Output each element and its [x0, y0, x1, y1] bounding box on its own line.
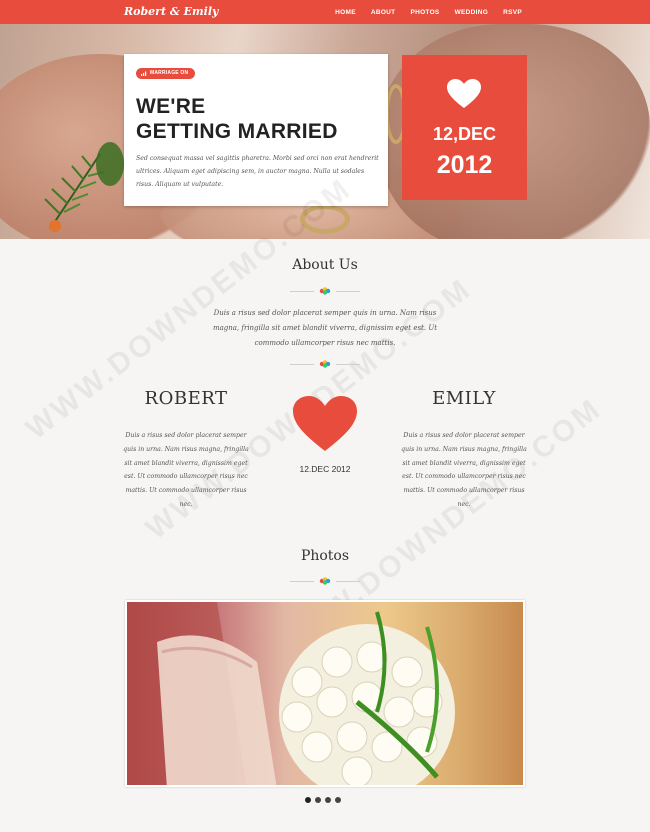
slider-dot-1[interactable] — [305, 797, 311, 803]
section-divider — [285, 577, 365, 585]
slider-dot-2[interactable] — [315, 797, 321, 803]
nav-link-photos[interactable]: PHOTOS — [410, 9, 439, 16]
groom-description: Duis a risus sed dolor placerat semper q… — [123, 432, 249, 508]
signal-icon — [141, 71, 147, 76]
bride-description: Duis a risus sed dolor placerat semper q… — [401, 432, 527, 508]
wedding-ring-image — [300, 204, 350, 234]
slider-pagination — [305, 797, 345, 805]
nav-link-wedding[interactable]: WEDDING — [455, 9, 489, 16]
badge-label: MARRIAGE ON — [150, 70, 189, 76]
flower-divider-icon — [319, 577, 331, 585]
wedding-date-box: 12,DEC 2012 — [402, 55, 527, 200]
marriage-on-badge: MARRIAGE ON — [136, 68, 196, 79]
heart-icon — [293, 396, 357, 451]
date-day-month: 12,DEC — [432, 124, 497, 144]
nav-link-rsvp[interactable]: RSVP — [503, 9, 522, 16]
leaves-image — [44, 142, 124, 232]
headline-line-2: GETTING MARRIED — [136, 120, 338, 143]
slider-dot-4[interactable] — [335, 797, 341, 803]
top-navbar: Robert & Emily HOME ABOUT PHOTOS WEDDING… — [0, 0, 650, 24]
bouquet-photo — [127, 602, 455, 785]
groom-name: ROBERT — [144, 388, 228, 409]
heart-icon — [447, 79, 481, 108]
flower-divider-icon — [319, 360, 331, 368]
headline-line-1: WE'RE — [136, 95, 206, 118]
hero-banner: MARRIAGE ON WE'RE GETTING MARRIED Sed co… — [0, 24, 650, 239]
slider-dot-3[interactable] — [325, 797, 331, 803]
brand-logo[interactable]: Robert & Emily — [124, 5, 218, 18]
nav-link-home[interactable]: HOME — [335, 9, 356, 16]
about-description: Duis a risus sed dolor placerat semper q… — [212, 309, 438, 347]
photo-slider-image[interactable] — [125, 600, 525, 787]
bride-name: EMILY — [432, 388, 496, 409]
flower-divider-icon — [319, 287, 331, 295]
section-divider — [285, 360, 365, 368]
date-year: 2012 — [436, 151, 493, 179]
about-title: About Us — [292, 257, 358, 273]
nav-menu: HOME ABOUT PHOTOS WEDDING RSVP — [335, 0, 522, 24]
announcement-card: MARRIAGE ON WE'RE GETTING MARRIED Sed co… — [124, 54, 388, 206]
section-divider — [285, 287, 365, 295]
hero-description: Sed consequat massa vel sagittis pharetr… — [136, 155, 379, 188]
nav-link-about[interactable]: ABOUT — [371, 9, 396, 16]
hero-headline: WE'RE GETTING MARRIED — [136, 94, 338, 144]
photos-title: Photos — [300, 548, 350, 564]
wedding-date: 12.DEC 2012 — [299, 464, 351, 474]
